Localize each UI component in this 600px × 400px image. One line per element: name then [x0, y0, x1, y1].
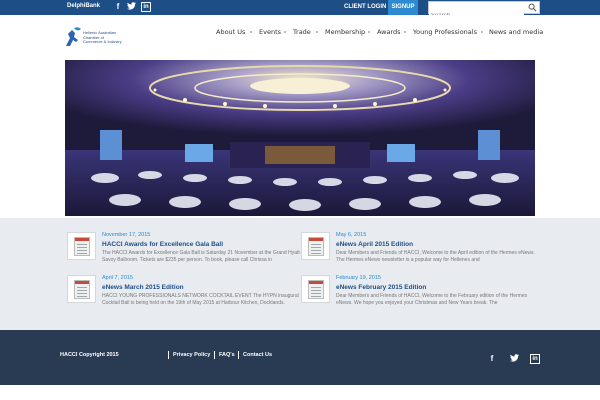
news-excerpt: The HACCI Awards for Excellence Gala Bal…	[102, 250, 300, 263]
nav-membership[interactable]: Membership	[325, 28, 365, 36]
nav-separator	[316, 31, 318, 33]
twitter-icon[interactable]	[509, 354, 519, 364]
news-thumbnail[interactable]	[301, 232, 330, 260]
facebook-icon[interactable]: f	[487, 354, 497, 364]
news-title[interactable]: HACCI Awards for Excellence Gala Ball	[102, 241, 223, 248]
document-icon	[308, 280, 324, 299]
nav-trade[interactable]: Trade	[293, 28, 311, 36]
news-date: February 19, 2015	[336, 275, 381, 281]
news-date: April 7, 2015	[102, 275, 133, 281]
nav-separator	[481, 31, 483, 33]
nav-news-and-media[interactable]: News and media	[489, 28, 543, 36]
footer: HACCI Copyright 2015 Privacy Policy FAQ'…	[0, 330, 600, 385]
footer-separator	[168, 351, 169, 359]
client-login-link[interactable]: CLIENT LOGIN	[344, 0, 386, 15]
brand-line-3: Commerce & Industry	[83, 39, 122, 44]
news-excerpt: Dear Members and Friends of HACCI, Welco…	[336, 250, 535, 263]
news-date: November 17, 2015	[102, 232, 151, 238]
page-bottom	[0, 385, 600, 400]
search-box	[428, 1, 540, 22]
news-section: November 17, 2015 HACCI Awards for Excel…	[0, 218, 600, 330]
news-date: May 6, 2015	[336, 232, 367, 238]
footer-separator	[214, 351, 215, 359]
news-thumbnail[interactable]	[301, 275, 330, 303]
brand-name: Hellenic Australian Chamber of Commerce …	[83, 30, 122, 45]
facebook-icon[interactable]: f	[113, 2, 123, 12]
header: Hellenic Australian Chamber of Commerce …	[0, 15, 600, 53]
nav-young-professionals[interactable]: Young Professionals	[413, 28, 477, 36]
document-icon	[308, 237, 324, 256]
privacy-policy-link[interactable]: Privacy Policy	[173, 352, 210, 358]
nav-separator	[284, 31, 286, 33]
news-item[interactable]: February 19, 2015 eNews February 2015 Ed…	[301, 275, 536, 315]
nav-separator	[250, 31, 252, 33]
news-thumbnail[interactable]	[67, 232, 96, 260]
news-title[interactable]: eNews April 2015 Edition	[336, 241, 413, 248]
top-bar: DelphiBank f in CLIENT LOGIN SIGNUP	[0, 0, 600, 22]
news-excerpt: Dear Members and Friends of HACCI, Welco…	[336, 293, 528, 306]
nav-separator	[404, 31, 406, 33]
news-item[interactable]: May 6, 2015 eNews April 2015 Edition Dea…	[301, 232, 536, 272]
signup-button[interactable]: SIGNUP	[388, 0, 418, 15]
copyright-text: HACCI Copyright 2015	[60, 352, 119, 358]
search-icon[interactable]	[528, 3, 537, 12]
news-thumbnail[interactable]	[67, 275, 96, 303]
linkedin-icon[interactable]: in	[141, 2, 151, 12]
document-icon	[74, 280, 90, 299]
nav-about-us[interactable]: About Us	[216, 28, 245, 36]
hero-image	[65, 60, 535, 216]
faqs-link[interactable]: FAQ's	[219, 352, 235, 358]
nav-separator	[368, 31, 370, 33]
news-title[interactable]: eNews February 2015 Edition	[336, 284, 426, 291]
news-item[interactable]: November 17, 2015 HACCI Awards for Excel…	[67, 232, 302, 272]
news-excerpt: HACCI YOUNG PROFESSIONALS NETWORK COCKTA…	[102, 293, 299, 306]
news-title[interactable]: eNews March 2015 Edition	[102, 284, 184, 291]
document-icon	[74, 237, 90, 256]
linkedin-icon[interactable]: in	[530, 354, 540, 364]
footer-separator	[238, 351, 239, 359]
nav-awards[interactable]: Awards	[377, 28, 401, 36]
nav-events[interactable]: Events	[259, 28, 281, 36]
delphi-bank-logo[interactable]: DelphiBank	[67, 3, 100, 9]
contact-us-link[interactable]: Contact Us	[243, 352, 272, 358]
news-item[interactable]: April 7, 2015 eNews March 2015 Edition H…	[67, 275, 302, 315]
twitter-icon[interactable]	[126, 2, 136, 12]
